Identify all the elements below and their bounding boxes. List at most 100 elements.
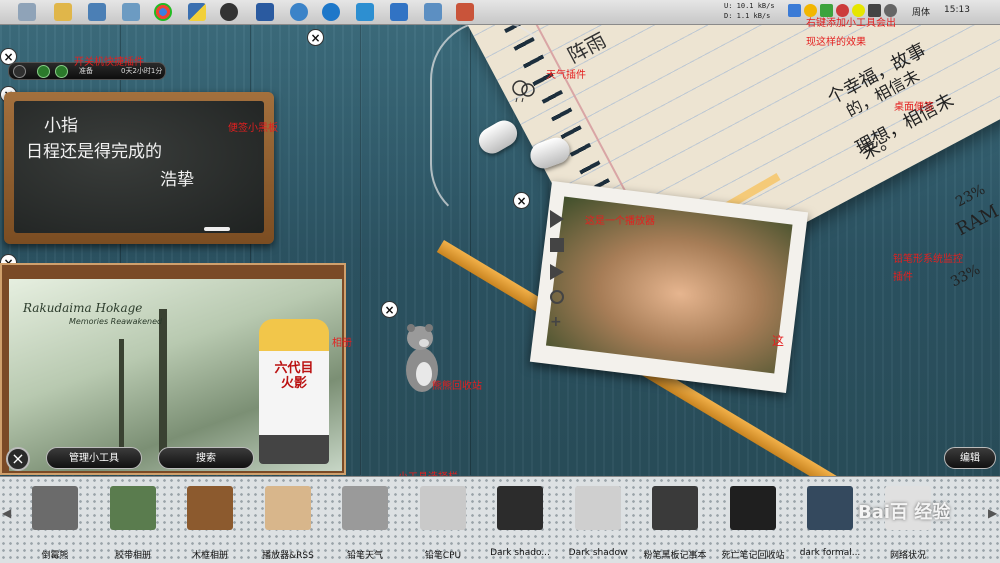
edit-button[interactable]: 编辑 xyxy=(944,447,996,469)
annotation: 开关机快捷插件 xyxy=(74,57,144,68)
gallery-item-label: 木框相册 xyxy=(191,551,228,561)
stop-icon[interactable] xyxy=(550,238,564,252)
gallery-item[interactable]: 铅笔CPU xyxy=(406,476,480,562)
annotation: 天气插件 xyxy=(546,70,586,81)
next-icon[interactable] xyxy=(550,264,564,280)
photo-tree xyxy=(119,339,124,459)
back-icon[interactable] xyxy=(13,65,26,78)
gallery-item-label: 播放器&RSS xyxy=(262,551,314,561)
photo-frame-gadget[interactable]: 六代目火影 Rakudaima Hokage Memories Reawaken… xyxy=(0,263,346,475)
gallery-thumbnail[interactable] xyxy=(652,486,698,530)
photo-kanji: 六代目火影 xyxy=(274,361,314,391)
power-icon[interactable] xyxy=(37,65,50,78)
computer-icon[interactable] xyxy=(88,3,106,21)
recycle-icon[interactable] xyxy=(18,3,36,21)
gallery-thumbnail[interactable] xyxy=(342,486,388,530)
scroll-left-icon[interactable]: ◀ xyxy=(2,506,11,520)
annotation: 铅笔形系统监控 xyxy=(893,254,963,265)
blackboard-surface[interactable]: 小指 日程还是得完成的 浩挚 xyxy=(14,101,264,233)
cloud-icon[interactable] xyxy=(508,74,538,104)
cube-icon[interactable] xyxy=(356,3,374,21)
photo-tree xyxy=(159,309,167,459)
annotation: 插件 xyxy=(893,272,913,283)
clock-icon[interactable] xyxy=(322,3,340,21)
gallery-item-label: 铅笔天气 xyxy=(346,551,383,561)
weekday-text: 周体 xyxy=(912,8,931,18)
folder-icon[interactable] xyxy=(54,3,72,21)
gallery-item[interactable]: 粉笔黑板记事本 xyxy=(638,476,712,562)
gallery-item-label: 胶带相册 xyxy=(114,551,151,561)
memo-line-2: 日程还是得完成的 xyxy=(26,142,162,162)
gallery-thumbnail[interactable] xyxy=(32,486,78,530)
annotation: 这是一个播放器 xyxy=(585,216,655,227)
photo-subtitle: Memories Reawakened xyxy=(69,317,163,326)
net-down: D: 1.1 kB/s xyxy=(724,12,771,20)
chrome-icon[interactable] xyxy=(154,3,172,21)
gallery-item[interactable]: 木框相册 xyxy=(173,476,247,562)
globe-icon[interactable] xyxy=(290,3,308,21)
memo-line-3: 浩挚 xyxy=(160,170,194,190)
gallery-item[interactable]: Dark shadow xyxy=(561,476,635,562)
net-up: U: 10.1 kB/s xyxy=(724,2,775,10)
gallery-item[interactable]: 铅笔天气 xyxy=(328,476,402,562)
windows-icon[interactable] xyxy=(390,3,408,21)
gallery-item[interactable]: 胶带相册 xyxy=(96,476,170,562)
wood-plank-line xyxy=(360,0,361,475)
photo-title: Rakudaima Hokage xyxy=(23,301,143,315)
player-controls: + xyxy=(548,210,568,330)
gallery-thumbnail[interactable] xyxy=(420,486,466,530)
gallery-thumbnail[interactable] xyxy=(110,486,156,530)
app-icon[interactable] xyxy=(456,3,474,21)
player-gadget[interactable] xyxy=(529,180,809,394)
gallery-thumbnail[interactable] xyxy=(730,486,776,530)
close-icon[interactable]: × xyxy=(381,301,398,318)
gallery-item[interactable]: 倒霉熊 xyxy=(18,476,92,562)
close-icon[interactable]: × xyxy=(513,192,530,209)
photo-figure xyxy=(259,319,329,464)
monitor-icon[interactable] xyxy=(424,3,442,21)
gallery-item[interactable]: dark formal... xyxy=(793,476,867,562)
image-icon[interactable] xyxy=(122,3,140,21)
annotation: 这 xyxy=(772,334,785,348)
gallery-item-label: 网络状况 xyxy=(889,551,926,561)
manage-gadgets-button[interactable]: 管理小工具 xyxy=(46,447,142,469)
gallery-thumbnail[interactable] xyxy=(187,486,233,530)
python-icon[interactable] xyxy=(188,3,206,21)
gallery-thumbnail[interactable] xyxy=(575,486,621,530)
gallery-item[interactable]: 播放器&RSS xyxy=(251,476,325,562)
add-icon[interactable]: + xyxy=(550,314,562,330)
calculator-icon[interactable] xyxy=(256,3,274,21)
gallery-item-label: 粉笔黑板记事本 xyxy=(643,551,707,561)
tray-app-icon[interactable] xyxy=(788,4,801,17)
taskbar-clock[interactable]: 15:13 xyxy=(944,5,970,15)
memo-line-1: 小指 xyxy=(44,116,78,136)
annotation: 相册 xyxy=(332,338,352,349)
annotation: 右键添加小工具会出 xyxy=(806,18,896,29)
gallery-thumbnail[interactable] xyxy=(497,486,543,530)
gallery-item-label: dark formal... xyxy=(799,548,861,558)
close-sidebar-button[interactable]: × xyxy=(6,447,30,471)
close-icon[interactable]: × xyxy=(307,29,324,46)
annotation: 便签小黑板 xyxy=(228,123,278,134)
gallery-item[interactable]: 死亡笔记回收站 xyxy=(716,476,790,562)
gallery-item[interactable]: Dark shado... xyxy=(483,476,557,562)
gallery-thumbnail[interactable] xyxy=(807,486,853,530)
blackboard-memo[interactable]: 小指 日程还是得完成的 浩挚 xyxy=(4,92,274,244)
restart-icon[interactable] xyxy=(55,65,68,78)
repeat-icon[interactable] xyxy=(550,290,564,304)
play-icon[interactable] xyxy=(550,210,564,228)
gallery-item-label: Dark shadow xyxy=(568,548,628,558)
gallery-item-label: 倒霉熊 xyxy=(41,551,69,561)
annotation: 桌面便签 xyxy=(894,102,934,113)
album-photo[interactable]: 六代目火影 Rakudaima Hokage Memories Reawaken… xyxy=(9,279,342,471)
gallery-item-label: 死亡笔记回收站 xyxy=(721,551,785,561)
gallery-thumbnail[interactable] xyxy=(265,486,311,530)
gallery-item-label: 铅笔CPU xyxy=(424,551,462,561)
player-image xyxy=(545,196,793,374)
scroll-right-icon[interactable]: ▶ xyxy=(988,506,997,520)
network-speed: U: 10.1 kB/s D: 1.1 kB/s xyxy=(724,1,775,21)
annotation: 熊熊回收站 xyxy=(432,381,482,392)
earphone-cable xyxy=(430,20,554,224)
qq-icon[interactable] xyxy=(220,3,238,21)
search-button[interactable]: 搜索 xyxy=(158,447,254,469)
